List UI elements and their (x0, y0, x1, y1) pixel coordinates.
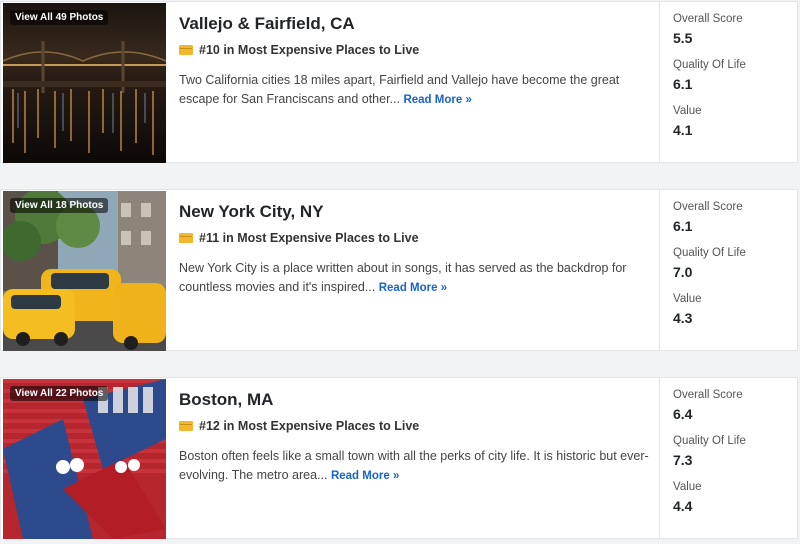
overall-score-label: Overall Score (673, 389, 743, 401)
listing-card: View All 49 Photos Vallejo & Fairfield, … (0, 1, 798, 163)
city-name[interactable]: New York City, NY (179, 202, 324, 222)
value-score-value: 4.3 (673, 310, 693, 326)
rank-line: #12 in Most Expensive Places to Live (179, 419, 419, 433)
view-photos-label[interactable]: View All 49 Photos (10, 10, 109, 25)
quality-of-life-value: 6.1 (673, 76, 693, 92)
quality-of-life-label: Quality Of Life (673, 435, 746, 447)
view-photos-label[interactable]: View All 18 Photos (10, 198, 109, 213)
overall-score-value: 5.5 (673, 30, 693, 46)
read-more-link[interactable]: Read More » (331, 470, 399, 482)
overall-score-label: Overall Score (673, 201, 743, 213)
red-sox-banners-photo (3, 379, 166, 539)
score-panel: Overall Score 5.5 Quality Of Life 6.1 Va… (659, 2, 798, 162)
bridge-night-photo (3, 3, 166, 163)
listing-card: View All 18 Photos New York City, NY #11… (0, 189, 798, 351)
listing-photo[interactable]: View All 49 Photos (3, 3, 166, 163)
overall-score-label: Overall Score (673, 13, 743, 25)
description-text: Boston often feels like a small town wit… (179, 449, 649, 482)
listing-photo[interactable]: View All 18 Photos (3, 191, 166, 351)
view-photos-label[interactable]: View All 22 Photos (10, 386, 109, 401)
city-description: Boston often feels like a small town wit… (179, 447, 649, 486)
listing-card: View All 22 Photos Boston, MA #12 in Mos… (0, 377, 798, 539)
rank-line: #10 in Most Expensive Places to Live (179, 43, 419, 57)
value-score-value: 4.1 (673, 122, 693, 138)
quality-of-life-label: Quality Of Life (673, 247, 746, 259)
city-name[interactable]: Boston, MA (179, 390, 273, 410)
taxi-street-photo (3, 191, 166, 351)
read-more-link[interactable]: Read More » (379, 282, 447, 294)
city-description: Two California cities 18 miles apart, Fa… (179, 71, 649, 110)
rank-link[interactable]: #12 in Most Expensive Places to Live (199, 419, 419, 433)
score-panel: Overall Score 6.1 Quality Of Life 7.0 Va… (659, 190, 798, 350)
quality-of-life-value: 7.3 (673, 452, 693, 468)
ticket-icon (179, 421, 193, 431)
value-label: Value (673, 481, 702, 493)
overall-score-value: 6.1 (673, 218, 693, 234)
description-text: Two California cities 18 miles apart, Fa… (179, 73, 620, 106)
city-description: New York City is a place written about i… (179, 259, 649, 298)
listing-photo[interactable]: View All 22 Photos (3, 379, 166, 539)
value-score-value: 4.4 (673, 498, 693, 514)
value-label: Value (673, 105, 702, 117)
quality-of-life-value: 7.0 (673, 264, 693, 280)
ticket-icon (179, 45, 193, 55)
quality-of-life-label: Quality Of Life (673, 59, 746, 71)
rank-link[interactable]: #10 in Most Expensive Places to Live (199, 43, 419, 57)
score-panel: Overall Score 6.4 Quality Of Life 7.3 Va… (659, 378, 798, 538)
value-label: Value (673, 293, 702, 305)
rank-line: #11 in Most Expensive Places to Live (179, 231, 419, 245)
read-more-link[interactable]: Read More » (403, 94, 471, 106)
overall-score-value: 6.4 (673, 406, 693, 422)
city-name[interactable]: Vallejo & Fairfield, CA (179, 14, 355, 34)
rank-link[interactable]: #11 in Most Expensive Places to Live (199, 231, 419, 245)
ticket-icon (179, 233, 193, 243)
